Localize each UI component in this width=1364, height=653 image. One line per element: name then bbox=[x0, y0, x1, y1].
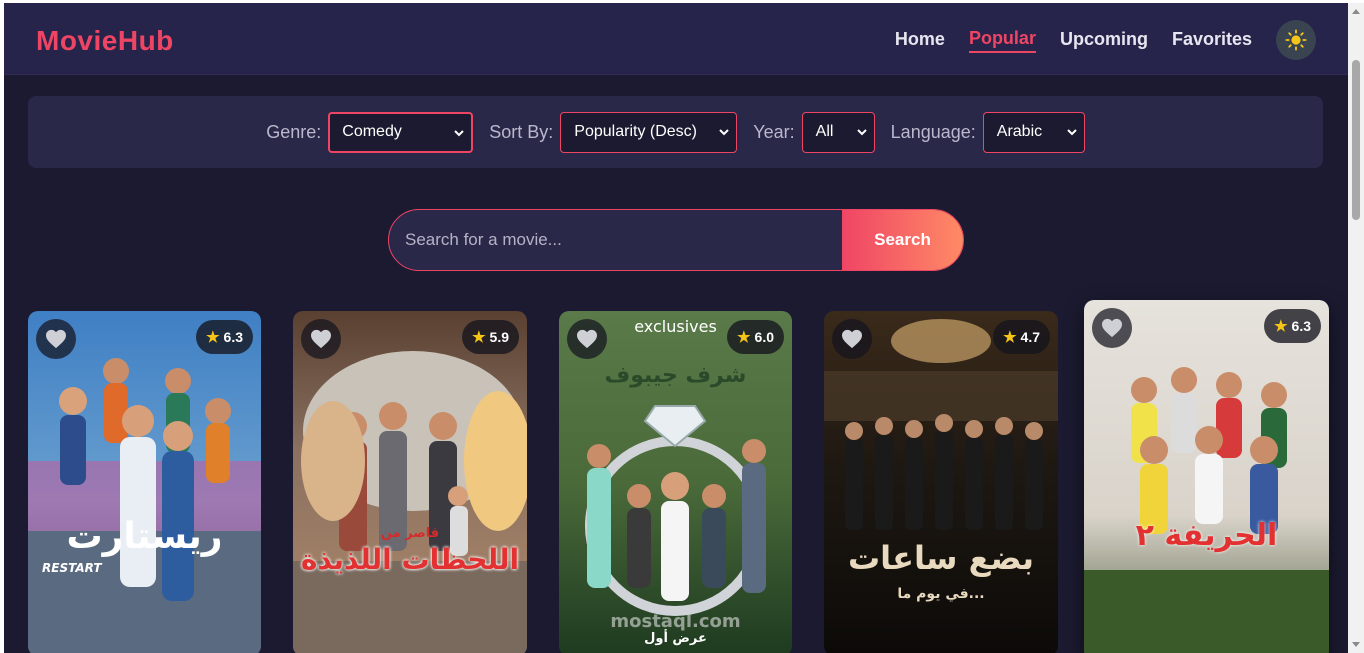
chevron-down-icon bbox=[856, 128, 867, 135]
nav-links: Home Popular Upcoming Favorites bbox=[871, 20, 1316, 60]
chevron-down-icon bbox=[454, 129, 464, 136]
poster-footer-text: عرض أول bbox=[644, 631, 707, 646]
heart-icon bbox=[311, 329, 331, 349]
language-select-value: Arabic bbox=[996, 123, 1043, 140]
language-label: Language: bbox=[890, 121, 976, 142]
movie-card[interactable]: قاصر من اللحظات اللذيذة ★ 5.9 bbox=[293, 311, 527, 653]
theme-toggle-button[interactable] bbox=[1276, 20, 1316, 60]
logo[interactable]: MovieHub bbox=[36, 25, 174, 57]
favorite-button[interactable] bbox=[832, 319, 872, 359]
genre-filter: Genre: Comedy bbox=[266, 111, 474, 153]
movie-poster bbox=[1084, 300, 1329, 653]
sort-select-value: Popularity (Desc) bbox=[574, 123, 697, 140]
year-filter: Year: All bbox=[753, 111, 875, 153]
star-icon: ★ bbox=[1274, 318, 1288, 335]
heart-icon bbox=[1102, 318, 1122, 338]
rating-badge: ★ 4.7 bbox=[993, 320, 1050, 354]
nav-upcoming[interactable]: Upcoming bbox=[1060, 29, 1148, 52]
search-bar: Search bbox=[388, 209, 964, 271]
poster-title: بضع ساعات bbox=[847, 539, 1035, 577]
rating-value: 5.9 bbox=[489, 329, 509, 345]
chevron-down-icon bbox=[1067, 128, 1077, 135]
rating-badge: ★ 6.3 bbox=[1264, 309, 1321, 343]
heart-icon bbox=[842, 329, 862, 349]
genre-select-value: Comedy bbox=[342, 123, 402, 140]
star-icon: ★ bbox=[206, 329, 220, 346]
language-select[interactable]: Arabic bbox=[982, 111, 1085, 153]
poster-title: شرف جيبوف bbox=[604, 363, 747, 388]
scrollbar-thumb[interactable] bbox=[1352, 60, 1360, 220]
search-button[interactable]: Search bbox=[842, 210, 963, 270]
movie-card[interactable]: بضع ساعات في يوم ما... ★ 4.7 bbox=[824, 311, 1058, 653]
nav-popular[interactable]: Popular bbox=[968, 28, 1036, 53]
poster-subtitle: قاصر من bbox=[380, 526, 440, 541]
favorite-button[interactable] bbox=[1092, 308, 1132, 348]
nav-home[interactable]: Home bbox=[895, 29, 945, 52]
movie-poster bbox=[293, 311, 527, 653]
rating-badge: ★ 6.0 bbox=[727, 320, 784, 354]
poster-subtitle: RESTART bbox=[42, 561, 102, 575]
sort-select[interactable]: Popularity (Desc) bbox=[560, 111, 738, 153]
movie-poster bbox=[28, 311, 261, 653]
movie-card[interactable]: الحريفة ٢ ★ 6.3 bbox=[1084, 300, 1329, 653]
movie-card[interactable]: exclusives شرف جيبوف mostaql.com عرض أول… bbox=[559, 311, 792, 653]
star-icon: ★ bbox=[1003, 329, 1017, 346]
navbar: MovieHub Home Popular Upcoming Favorites bbox=[4, 3, 1348, 75]
heart-icon bbox=[46, 329, 66, 349]
poster-title: ريستارت bbox=[66, 516, 223, 557]
page-scrollbar[interactable] bbox=[1348, 3, 1364, 653]
year-select-value: All bbox=[815, 123, 834, 140]
favorite-button[interactable] bbox=[567, 319, 607, 359]
favorite-button[interactable] bbox=[36, 319, 76, 359]
sort-filter: Sort By: Popularity (Desc) bbox=[489, 111, 738, 153]
poster-subtitle: في يوم ما... bbox=[897, 586, 985, 602]
rating-value: 6.3 bbox=[223, 329, 243, 345]
nav-favorites[interactable]: Favorites bbox=[1172, 29, 1252, 52]
year-select[interactable]: All bbox=[801, 111, 875, 153]
sort-label: Sort By: bbox=[489, 121, 554, 142]
scroll-down-icon[interactable] bbox=[1352, 642, 1360, 647]
genre-select[interactable]: Comedy bbox=[328, 111, 474, 153]
rating-value: 6.3 bbox=[1291, 318, 1311, 334]
language-filter: Language: Arabic bbox=[890, 111, 1085, 153]
year-label: Year: bbox=[753, 121, 795, 142]
heart-icon bbox=[577, 329, 597, 349]
poster-title: الحريفة ٢ bbox=[1135, 518, 1278, 553]
search-input[interactable] bbox=[389, 210, 843, 270]
poster-title: اللحظات اللذيذة bbox=[300, 543, 520, 576]
genre-label: Genre: bbox=[266, 121, 322, 142]
poster-watermark: mostaql.com bbox=[610, 611, 741, 632]
star-icon: ★ bbox=[737, 329, 751, 346]
movie-card[interactable]: ريستارت RESTART ★ 6.3 bbox=[28, 311, 261, 653]
favorite-button[interactable] bbox=[301, 319, 341, 359]
rating-badge: ★ 5.9 bbox=[462, 320, 519, 354]
app-viewport: MovieHub Home Popular Upcoming Favorites bbox=[4, 3, 1348, 653]
rating-value: 6.0 bbox=[754, 329, 774, 345]
rating-value: 4.7 bbox=[1020, 329, 1040, 345]
scroll-up-icon[interactable] bbox=[1352, 9, 1360, 14]
rating-badge: ★ 6.3 bbox=[196, 320, 253, 354]
sun-icon bbox=[1285, 29, 1307, 51]
filter-bar: Genre: Comedy Sort By: Popularity (Desc)… bbox=[28, 96, 1323, 168]
chevron-down-icon bbox=[719, 128, 730, 135]
star-icon: ★ bbox=[472, 329, 486, 346]
